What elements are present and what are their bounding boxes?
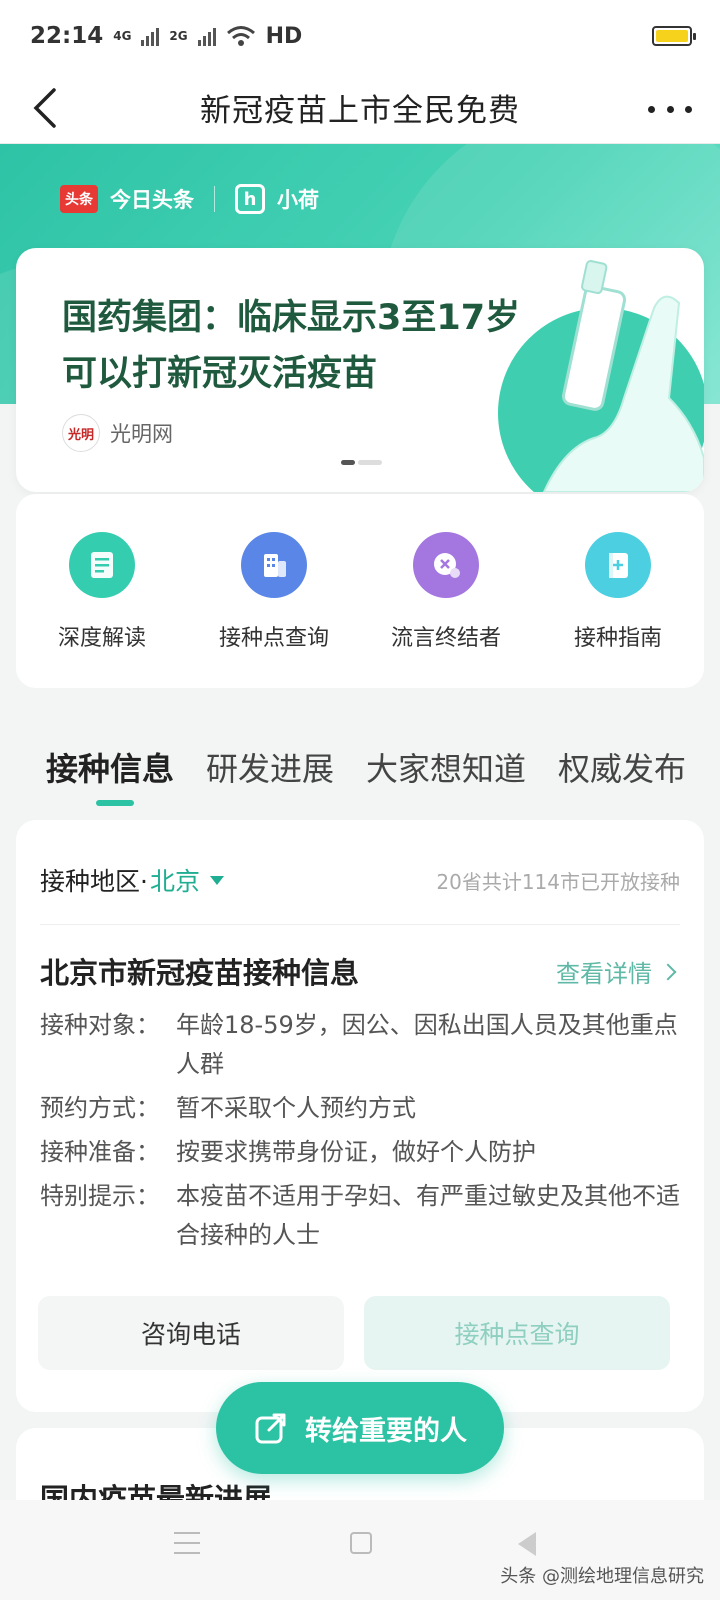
xiaohe-logo: h xyxy=(235,184,265,214)
guangming-logo: 光明 xyxy=(62,414,100,452)
news-banner[interactable]: 国药集团：临床显示3至17岁可以打新冠灭活疫苗 光明 光明网 xyxy=(16,248,704,492)
vaccination-info-card: 接种地区· 北京 20省共计114市已开放接种 北京市新冠疫苗接种信息 查看详情… xyxy=(16,820,704,1412)
status-bar: 22:14 4G 2G HD xyxy=(0,0,720,72)
view-details-link[interactable]: 查看详情 xyxy=(556,954,677,989)
info-key: 接种准备： xyxy=(40,1138,160,1166)
divider xyxy=(40,924,680,925)
chat-bubble-icon xyxy=(413,532,479,598)
quick-links: 深度解读 接种点查询 流言终结者 接种指南 xyxy=(16,494,704,688)
tab-bar: 接种信息 研发进展 大家想知道 权威发布 xyxy=(0,720,720,810)
info-rows: 接种对象： 年龄18-59岁，因公、因私出国人员及其他重点人群 预约方式： 暂不采取… xyxy=(40,1006,680,1260)
more-dot-icon xyxy=(648,105,655,113)
back-arrow-icon xyxy=(33,88,56,128)
watermark: 头条 @测绘地理信息研究 xyxy=(500,1566,704,1587)
share-button[interactable]: 转给重要的人 xyxy=(216,1382,504,1474)
quick-link-label: 深度解读 xyxy=(57,626,146,651)
region-row: 接种地区· 北京 20省共计114市已开放接种 xyxy=(40,862,680,898)
quick-link-interpretation[interactable]: 深度解读 xyxy=(27,532,177,688)
info-row: 特别提示： 本疫苗不适用于孕妇、有严重过敏史及其他不适合接种的人士 xyxy=(40,1177,680,1255)
banner-title: 国药集团：临床显示3至17岁可以打新冠灭活疫苗 xyxy=(62,298,521,394)
info-value: 年龄18-59岁，因公、因私出国人员及其他重点人群 xyxy=(176,1011,678,1078)
quick-link-rumor-buster[interactable]: 流言终结者 xyxy=(371,532,521,688)
network-label-1: 4G xyxy=(113,29,132,43)
banner-source: 光明 光明网 xyxy=(62,414,173,452)
tab-vaccination-info[interactable]: 接种信息 xyxy=(46,720,174,806)
menu-icon[interactable] xyxy=(174,1532,200,1554)
quick-link-guide[interactable]: 接种指南 xyxy=(543,532,693,688)
brand-bar: 头条 今日头条 h 小荷 xyxy=(60,184,319,214)
dropdown-arrow-icon xyxy=(209,875,224,885)
chevron-right-icon xyxy=(659,963,677,980)
info-value: 按要求携带身份证，做好个人防护 xyxy=(176,1138,536,1166)
carousel-indicator xyxy=(341,460,382,465)
region-label: 接种地区· xyxy=(40,867,148,896)
tab-official-release[interactable]: 权威发布 xyxy=(558,720,686,790)
quick-link-label: 接种点查询 xyxy=(218,626,329,651)
section-title: 北京市新冠疫苗接种信息 xyxy=(40,956,360,990)
info-key: 预约方式： xyxy=(40,1094,160,1122)
info-value: 暂不采取个人预约方式 xyxy=(176,1094,416,1122)
page-title: 新冠疫苗上市全民免费 xyxy=(200,93,520,129)
more-dot-icon xyxy=(666,105,674,113)
back-button[interactable] xyxy=(28,86,68,130)
info-row: 接种对象： 年龄18-59岁，因公、因私出国人员及其他重点人群 xyxy=(40,1006,680,1084)
tab-faq[interactable]: 大家想知道 xyxy=(366,720,526,790)
info-value: 本疫苗不适用于孕妇、有严重过敏史及其他不适合接种的人士 xyxy=(176,1182,680,1249)
building-icon xyxy=(241,532,307,598)
info-key: 接种对象： xyxy=(40,1011,160,1039)
view-details-label: 查看详情 xyxy=(556,960,652,988)
network-label-2: 2G xyxy=(169,29,188,43)
hd-label: HD xyxy=(265,23,303,49)
region-selector[interactable]: 接种地区· 北京 xyxy=(40,862,224,898)
home-icon[interactable] xyxy=(350,1532,372,1554)
quick-link-label: 接种指南 xyxy=(573,626,662,651)
site-query-button[interactable]: 接种点查询 xyxy=(364,1296,670,1370)
signal-icon xyxy=(197,26,216,46)
source-name: 光明网 xyxy=(110,422,173,446)
document-icon xyxy=(69,532,135,598)
battery-icon xyxy=(652,26,696,46)
status-time: 22:14 xyxy=(30,23,104,49)
toutiao-logo: 头条 xyxy=(60,185,98,213)
brand-divider xyxy=(214,186,215,212)
toutiao-name: 今日头条 xyxy=(110,188,194,212)
top-nav: 新冠疫苗上市全民免费 xyxy=(0,72,720,144)
signal-icon xyxy=(141,26,160,46)
vaccine-vial-illustration xyxy=(542,260,704,492)
system-back-icon[interactable] xyxy=(518,1532,536,1556)
info-row: 预约方式： 暂不采取个人预约方式 xyxy=(40,1089,680,1128)
info-key: 特别提示： xyxy=(40,1182,160,1210)
guide-book-icon xyxy=(585,532,651,598)
info-row: 接种准备： 按要求携带身份证，做好个人防护 xyxy=(40,1133,680,1172)
consult-phone-button[interactable]: 咨询电话 xyxy=(38,1296,344,1370)
quick-link-label: 流言终结者 xyxy=(390,626,501,651)
xiaohe-name: 小荷 xyxy=(277,188,319,212)
quick-link-site-query[interactable]: 接种点查询 xyxy=(199,532,349,688)
open-count-text: 20省共计114市已开放接种 xyxy=(436,869,680,894)
more-button[interactable] xyxy=(648,94,692,124)
tab-rd-progress[interactable]: 研发进展 xyxy=(206,720,334,790)
more-dot-icon xyxy=(685,105,692,113)
share-icon xyxy=(255,1413,286,1444)
region-city: 北京 xyxy=(149,867,200,896)
wifi-icon xyxy=(226,26,255,46)
share-label: 转给重要的人 xyxy=(305,1415,467,1447)
